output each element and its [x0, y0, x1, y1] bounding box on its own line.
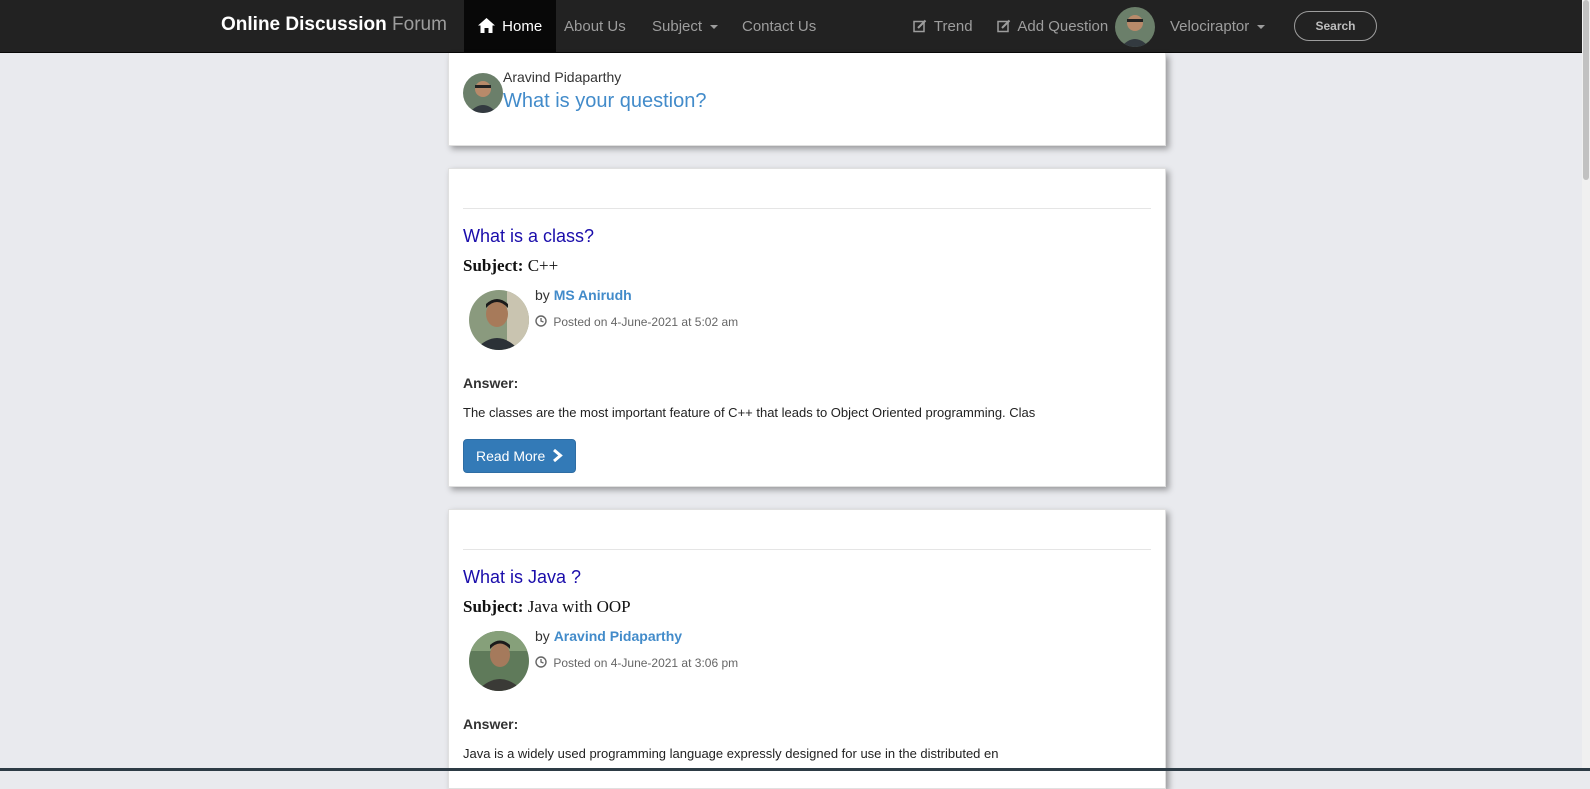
- answer-label: Answer:: [463, 716, 518, 732]
- chevron-right-icon: [552, 449, 563, 462]
- question-card: What is Java ? Subject: Java with OOP by…: [448, 509, 1166, 789]
- divider: [463, 549, 1151, 550]
- answer-preview: The classes are the most important featu…: [463, 405, 1035, 420]
- question-title[interactable]: What is a class?: [463, 226, 594, 247]
- chevron-down-icon: [710, 25, 718, 29]
- question-card: What is a class? Subject: C++ by MS Anir…: [448, 168, 1166, 487]
- nav-home[interactable]: Home: [464, 0, 556, 53]
- nav-subject-label: Subject: [652, 18, 702, 35]
- read-more-label: Read More: [476, 448, 545, 464]
- by-label: by: [535, 628, 550, 644]
- posted-timestamp: Posted on 4-June-2021 at 3:06 pm: [535, 656, 738, 670]
- nav-home-label: Home: [502, 18, 542, 35]
- by-label: by: [535, 287, 550, 303]
- edit-icon: [997, 19, 1011, 33]
- answer-label: Answer:: [463, 375, 518, 391]
- ask-user-name: Aravind Pidaparthy: [503, 69, 621, 85]
- brand-suffix: Forum: [392, 14, 447, 35]
- divider: [463, 208, 1151, 209]
- avatar-image: [463, 73, 503, 113]
- edit-icon: [913, 19, 927, 33]
- brand-name: Online Discussion: [221, 14, 387, 35]
- author-avatar: [469, 631, 529, 691]
- question-subject: Subject: Java with OOP: [463, 597, 631, 617]
- avatar-image: [1115, 7, 1155, 47]
- question-title[interactable]: What is Java ?: [463, 567, 581, 588]
- scrollbar[interactable]: [1582, 0, 1590, 771]
- clock-icon: [535, 656, 547, 668]
- subject-value: Java with OOP: [528, 597, 631, 616]
- clock-icon: [535, 315, 547, 327]
- nav-user-dropdown[interactable]: Velociraptor: [1170, 0, 1265, 53]
- navbar: Online Discussion Forum Home About Us Su…: [0, 0, 1590, 53]
- nav-trend[interactable]: Trend: [913, 0, 973, 53]
- posted-timestamp: Posted on 4-June-2021 at 5:02 am: [535, 315, 738, 329]
- ask-question-card: Aravind Pidaparthy What is your question…: [448, 53, 1166, 146]
- search-button[interactable]: Search: [1294, 11, 1377, 41]
- nav-about[interactable]: About Us: [564, 0, 626, 53]
- subject-label: Subject:: [463, 597, 523, 616]
- author-avatar: [469, 290, 529, 350]
- home-icon: [478, 18, 495, 33]
- subject-value: C++: [528, 256, 559, 275]
- question-author: by Aravind Pidaparthy: [535, 628, 682, 644]
- ask-question-prompt[interactable]: What is your question?: [503, 90, 706, 113]
- avatar-image: [469, 290, 529, 350]
- chevron-down-icon: [1257, 25, 1265, 29]
- avatar: [463, 73, 503, 113]
- posted-text: Posted on 4-June-2021 at 5:02 am: [553, 315, 738, 329]
- read-more-button[interactable]: Read More: [463, 439, 576, 473]
- question-subject: Subject: C++: [463, 256, 558, 276]
- nav-about-label: About Us: [564, 18, 626, 35]
- user-avatar[interactable]: [1115, 7, 1155, 47]
- brand-logo[interactable]: Online Discussion Forum: [221, 14, 447, 36]
- posted-text: Posted on 4-June-2021 at 3:06 pm: [553, 656, 738, 670]
- nav-trend-label: Trend: [934, 18, 973, 35]
- nav-contact-label: Contact Us: [742, 18, 816, 35]
- nav-username: Velociraptor: [1170, 18, 1249, 35]
- nav-add-question[interactable]: Add Question: [997, 0, 1108, 53]
- author-link[interactable]: Aravind Pidaparthy: [554, 628, 682, 644]
- scrollbar-thumb[interactable]: [1583, 0, 1589, 180]
- author-link[interactable]: MS Anirudh: [554, 287, 632, 303]
- nav-add-question-label: Add Question: [1017, 18, 1108, 35]
- nav-contact[interactable]: Contact Us: [742, 0, 816, 53]
- avatar-image: [469, 631, 529, 691]
- question-author: by MS Anirudh: [535, 287, 632, 303]
- answer-preview: Java is a widely used programming langua…: [463, 746, 998, 761]
- subject-label: Subject:: [463, 256, 523, 275]
- nav-subject-dropdown[interactable]: Subject: [652, 0, 718, 53]
